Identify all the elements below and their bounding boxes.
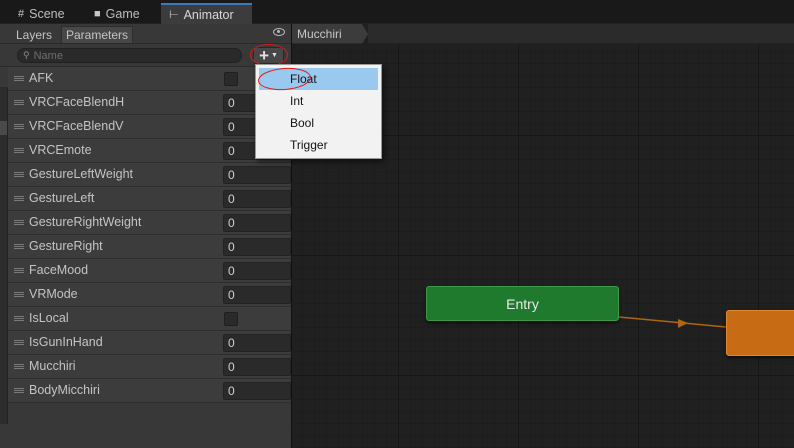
search-icon: ⚲	[23, 50, 30, 60]
parameter-list: AFK VRCFaceBlendH 0 VRCFaceBlendV 0 VRCE…	[8, 67, 291, 403]
state-node[interactable]	[726, 310, 794, 356]
drag-handle-icon[interactable]	[14, 196, 24, 201]
menu-item-bool[interactable]: Bool	[259, 112, 378, 134]
drag-handle-icon[interactable]	[14, 124, 24, 129]
parameter-row[interactable]: GestureLeft 0	[8, 187, 291, 211]
parameters-panel: Layers Parameters ⚲ + ▼ AFK VRCFaceBlend…	[0, 24, 291, 448]
drag-handle-icon[interactable]	[14, 148, 24, 153]
panel-subtabs: Layers Parameters	[0, 24, 291, 44]
plus-icon: +	[259, 45, 269, 65]
menu-item-float[interactable]: Float	[259, 68, 378, 90]
parameter-name: VRMode	[29, 287, 78, 301]
tab-game[interactable]: ■ Game	[86, 4, 148, 24]
parameter-row[interactable]: AFK	[8, 67, 291, 91]
drag-handle-icon[interactable]	[14, 364, 24, 369]
parameter-name: VRCFaceBlendH	[29, 95, 125, 109]
animator-icon: ⊢	[169, 9, 179, 21]
parameter-value-field[interactable]: 0	[223, 358, 291, 376]
parameter-name: Mucchiri	[29, 359, 76, 373]
parameter-row[interactable]: GestureRight 0	[8, 235, 291, 259]
subtab-parameters[interactable]: Parameters	[61, 26, 134, 43]
search-row: ⚲ + ▼	[0, 44, 291, 67]
parameter-value-field[interactable]: 0	[223, 238, 291, 256]
parameter-row[interactable]: Mucchiri 0	[8, 355, 291, 379]
grid-icon: #	[18, 8, 25, 20]
parameter-checkbox[interactable]	[224, 72, 238, 86]
gamepad-icon: ■	[94, 8, 101, 20]
parameter-row[interactable]: IsLocal	[8, 307, 291, 331]
drag-handle-icon[interactable]	[14, 244, 24, 249]
parameter-row[interactable]: VRCEmote 0	[8, 139, 291, 163]
parameter-name: VRCEmote	[29, 143, 92, 157]
side-strip	[0, 87, 8, 424]
parameter-value-field[interactable]: 0	[223, 334, 291, 352]
chevron-down-icon: ▼	[271, 52, 278, 59]
parameter-name: IsLocal	[29, 311, 69, 325]
tab-scene[interactable]: # Scene	[10, 4, 73, 24]
drag-handle-icon[interactable]	[14, 292, 24, 297]
breadcrumb[interactable]: Mucchiri	[292, 24, 368, 44]
parameter-row[interactable]: IsGunInHand 0	[8, 331, 291, 355]
parameter-row[interactable]: GestureLeftWeight 0	[8, 163, 291, 187]
breadcrumb-bar	[368, 24, 794, 44]
tab-game-label: Game	[105, 7, 140, 21]
parameter-name: GestureRight	[29, 239, 103, 253]
parameter-name: FaceMood	[29, 263, 89, 277]
menu-item-int[interactable]: Int	[259, 90, 378, 112]
drag-handle-icon[interactable]	[14, 316, 24, 321]
parameter-row[interactable]: VRCFaceBlendH 0	[8, 91, 291, 115]
parameter-checkbox[interactable]	[224, 312, 238, 326]
parameter-value-field[interactable]: 0	[223, 286, 291, 304]
entry-node[interactable]: Entry	[426, 286, 619, 321]
tab-animator-label: Animator	[183, 7, 234, 22]
drag-handle-icon[interactable]	[14, 220, 24, 225]
window-tab-bar: # Scene ■ Game ⊢ Animator	[0, 0, 794, 24]
parameter-name: GestureRightWeight	[29, 215, 142, 229]
eye-icon[interactable]	[273, 28, 285, 36]
tab-scene-label: Scene	[29, 7, 65, 21]
parameter-value-field[interactable]: 0	[223, 262, 291, 280]
parameter-row[interactable]: BodyMicchiri 0	[8, 379, 291, 403]
parameter-value-field[interactable]: 0	[223, 382, 291, 400]
parameter-name: GestureLeftWeight	[29, 167, 133, 181]
parameter-name: AFK	[29, 71, 54, 85]
drag-handle-icon[interactable]	[14, 340, 24, 345]
subtab-layers[interactable]: Layers	[12, 26, 56, 43]
parameter-row[interactable]: FaceMood 0	[8, 259, 291, 283]
parameter-name: IsGunInHand	[29, 335, 103, 349]
tab-animator[interactable]: ⊢ Animator	[161, 3, 252, 24]
drag-handle-icon[interactable]	[14, 172, 24, 177]
drag-handle-icon[interactable]	[14, 76, 24, 81]
drag-handle-icon[interactable]	[14, 268, 24, 273]
parameter-value-field[interactable]: 0	[223, 214, 291, 232]
parameter-row[interactable]: VRMode 0	[8, 283, 291, 307]
parameter-value-field[interactable]: 0	[223, 190, 291, 208]
parameter-row[interactable]: VRCFaceBlendV 0	[8, 115, 291, 139]
menu-item-trigger[interactable]: Trigger	[259, 134, 378, 156]
parameter-name: BodyMicchiri	[29, 383, 100, 397]
add-parameter-menu: Float Int Bool Trigger	[255, 64, 382, 159]
parameter-name: VRCFaceBlendV	[29, 119, 124, 133]
drag-handle-icon[interactable]	[14, 388, 24, 393]
entry-node-label: Entry	[506, 295, 539, 312]
add-parameter-button[interactable]: + ▼	[253, 47, 284, 64]
parameter-value-field[interactable]: 0	[223, 166, 291, 184]
parameter-name: GestureLeft	[29, 191, 95, 205]
drag-handle-icon[interactable]	[14, 100, 24, 105]
search-field[interactable]: ⚲	[17, 48, 242, 63]
search-input[interactable]	[33, 49, 224, 62]
parameter-row[interactable]: GestureRightWeight 0	[8, 211, 291, 235]
